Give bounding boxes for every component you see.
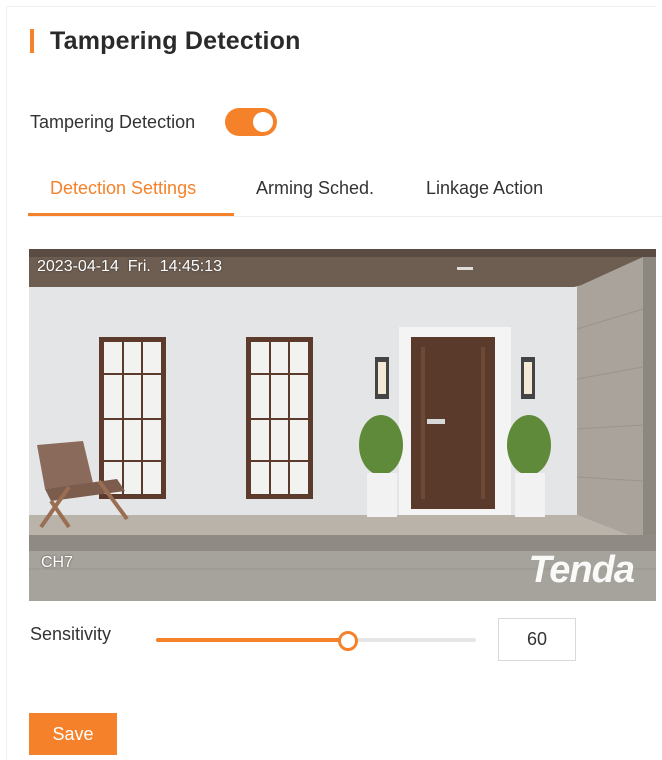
tab-detection-settings[interactable]: Detection Settings bbox=[28, 168, 234, 216]
settings-tabs: Detection Settings Arming Sched. Linkage… bbox=[28, 168, 662, 217]
save-button[interactable]: Save bbox=[29, 713, 117, 755]
sensitivity-slider-fill bbox=[156, 638, 348, 642]
tampering-detection-toggle[interactable] bbox=[225, 108, 278, 136]
preview-channel-label: CH7 bbox=[41, 554, 74, 571]
panel-left-border bbox=[6, 6, 7, 760]
section-header: Tampering Detection bbox=[30, 26, 301, 56]
panel-top-border bbox=[6, 6, 656, 7]
sensitivity-value-input[interactable]: 60 bbox=[498, 618, 576, 661]
page-title: Tampering Detection bbox=[50, 26, 301, 55]
tampering-toggle-label: Tampering Detection bbox=[30, 111, 196, 132]
toggle-knob bbox=[253, 112, 274, 132]
preview-timestamp: 2023-04-14 Fri. 14:45:13 bbox=[37, 258, 223, 275]
camera-preview: 2023-04-14 Fri. 14:45:13 CH7 Tenda bbox=[29, 249, 656, 601]
page: Tampering Detection Tampering Detection … bbox=[0, 0, 662, 760]
tampering-toggle-row: Tampering Detection bbox=[30, 106, 278, 138]
title-accent-bar bbox=[30, 29, 34, 53]
tab-arming-schedule[interactable]: Arming Sched. bbox=[234, 168, 396, 214]
sensitivity-slider[interactable] bbox=[156, 631, 476, 651]
sensitivity-slider-thumb[interactable] bbox=[338, 631, 358, 651]
tenda-watermark-logo: Tenda bbox=[528, 549, 635, 591]
sensitivity-row: Sensitivity 60 bbox=[30, 618, 662, 662]
sensitivity-label: Sensitivity bbox=[30, 624, 112, 644]
tab-linkage-action[interactable]: Linkage Action bbox=[404, 168, 565, 214]
